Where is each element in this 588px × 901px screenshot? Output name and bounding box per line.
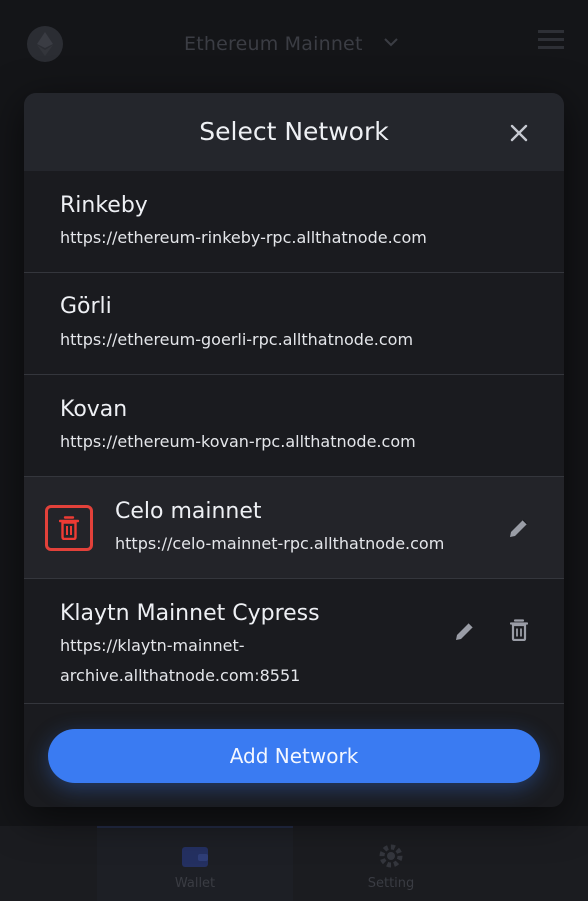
delete-network-button[interactable] (45, 505, 93, 551)
add-network-button[interactable]: Add Network (48, 729, 540, 783)
pencil-icon (510, 519, 528, 537)
network-item-gorli[interactable]: Görli https://ethereum-goerli-rpc.alltha… (24, 273, 564, 375)
wallet-icon (182, 847, 208, 867)
network-name: Görli (60, 294, 112, 319)
modal-header: Select Network (24, 93, 564, 171)
tab-wallet-label: Wallet (174, 876, 216, 891)
network-name: Klaytn Mainnet Cypress (60, 601, 320, 626)
gear-icon (379, 844, 403, 868)
tab-setting-label: Setting (367, 876, 415, 891)
network-item-klaytn-mainnet-cypress[interactable]: Klaytn Mainnet Cypress https://klaytn-ma… (24, 579, 564, 704)
close-button[interactable] (508, 122, 530, 144)
select-network-modal: Select Network Rinkeby https://ethereum-… (24, 93, 564, 807)
tab-setting[interactable]: Setting (293, 826, 489, 901)
network-name: Kovan (60, 397, 128, 422)
chevron-down-icon[interactable] (384, 38, 398, 47)
network-item-celo-mainnet[interactable]: Celo mainnet https://celo-mainnet-rpc.al… (24, 477, 564, 579)
network-url: https://ethereum-kovan-rpc.allthatnode.c… (60, 432, 416, 451)
pencil-icon (456, 622, 474, 640)
edit-network-button[interactable] (451, 617, 479, 645)
network-url: https://ethereum-goerli-rpc.allthatnode.… (60, 330, 414, 349)
app-header: Ethereum Mainnet (0, 0, 588, 90)
network-selector[interactable]: Ethereum Mainnet (184, 33, 363, 55)
trash-icon (59, 516, 79, 540)
network-item-kovan[interactable]: Kovan https://ethereum-kovan-rpc.allthat… (24, 375, 564, 477)
modal-title: Select Network (199, 117, 389, 146)
network-name: Rinkeby (60, 193, 148, 218)
menu-icon[interactable] (538, 28, 564, 50)
network-url-line-1: https://klaytn-mainnet- (60, 636, 245, 655)
edit-network-button[interactable] (505, 514, 533, 542)
network-url-line-2: archive.allthatnode.com:8551 (60, 666, 301, 685)
network-url: https://ethereum-rinkeby-rpc.allthatnode… (60, 228, 427, 247)
tab-bar: Wallet Setting (0, 826, 588, 901)
tab-wallet[interactable]: Wallet (97, 826, 293, 901)
ethereum-logo-icon (27, 26, 63, 62)
close-icon (510, 124, 528, 142)
network-url: https://celo-mainnet-rpc.allthatnode.com (115, 534, 445, 553)
network-name: Celo mainnet (115, 499, 262, 524)
delete-network-button[interactable] (505, 616, 533, 644)
trash-icon (510, 619, 528, 641)
network-item-rinkeby[interactable]: Rinkeby https://ethereum-rinkeby-rpc.all… (24, 171, 564, 273)
